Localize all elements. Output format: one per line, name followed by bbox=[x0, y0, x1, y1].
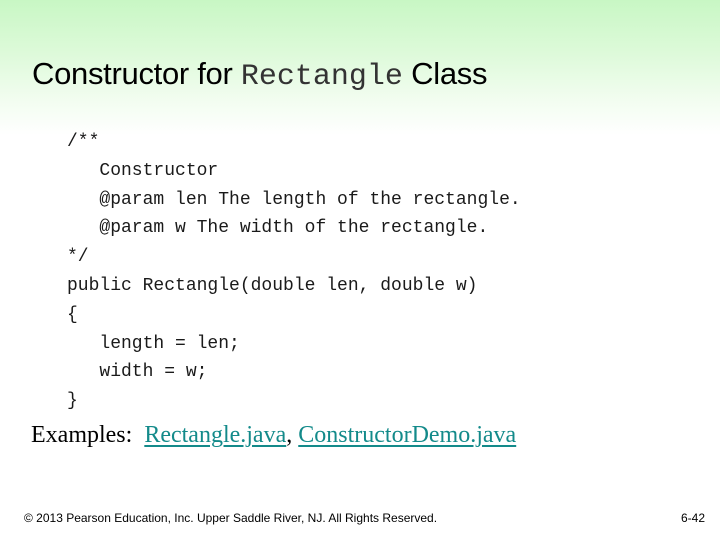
slide-title: Constructor for Rectangle Class bbox=[32, 56, 487, 94]
code-line: @param w The width of the rectangle. bbox=[67, 218, 489, 239]
code-line: width = w; bbox=[67, 362, 208, 383]
code-line: /** bbox=[67, 132, 100, 152]
code-block: /** Constructor @param len The length of… bbox=[67, 128, 521, 416]
constructordemo-java-link[interactable]: ConstructorDemo.java bbox=[298, 422, 516, 448]
code-line: @param len The length of the rectangle. bbox=[67, 189, 521, 210]
title-suffix: Class bbox=[402, 56, 488, 91]
footer-copyright: © 2013 Pearson Education, Inc. Upper Sad… bbox=[24, 511, 438, 525]
code-line: public Rectangle(double len, double w) bbox=[67, 275, 478, 296]
code-line: } bbox=[67, 391, 78, 412]
examples-separator: , bbox=[286, 422, 299, 448]
rectangle-java-link[interactable]: Rectangle.java bbox=[144, 422, 286, 448]
title-code-word: Rectangle bbox=[240, 60, 403, 94]
code-line: { bbox=[67, 304, 78, 325]
examples-line: Examples: Rectangle.java, ConstructorDem… bbox=[31, 422, 516, 449]
title-prefix: Constructor for bbox=[32, 56, 241, 91]
code-line: Constructor bbox=[67, 160, 219, 181]
page-number: 6-42 bbox=[680, 511, 705, 525]
code-line: */ bbox=[67, 247, 89, 268]
slide: Constructor for Rectangle Class /** Cons… bbox=[0, 0, 720, 540]
code-line: length = len; bbox=[67, 333, 240, 354]
examples-label: Examples: bbox=[31, 422, 145, 448]
